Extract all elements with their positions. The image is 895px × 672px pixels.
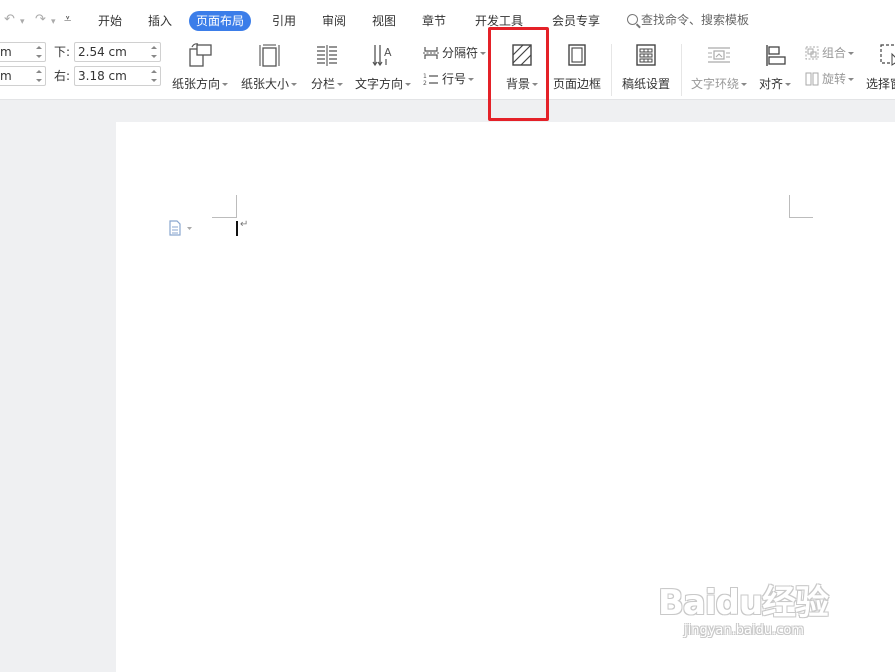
breaks-label: 分隔符 <box>442 46 479 60</box>
group-dropdown-icon <box>848 52 855 55</box>
ribbon-divider <box>681 44 682 96</box>
redo-dropdown-icon[interactable]: ▾ <box>51 14 56 30</box>
redo-icon[interactable]: ↷ <box>35 12 46 28</box>
breaks-button[interactable]: 分隔符 <box>423 45 487 61</box>
tab-view[interactable]: 视图 <box>372 11 396 31</box>
margin-bottom-value: 2.54 cm <box>78 45 127 59</box>
margin-corner-top-left <box>212 195 237 218</box>
customize-toolbar-icon[interactable]: ⩡ <box>64 12 71 28</box>
rotate-label: 旋转 <box>822 72 847 86</box>
align-dropdown-icon <box>785 83 791 86</box>
breaks-dropdown-icon <box>480 52 487 55</box>
margin-top-value: m <box>0 45 12 59</box>
selection-pane-icon <box>880 44 895 66</box>
tab-membership[interactable]: 会员专享 <box>552 11 600 31</box>
margin-right-value: 3.18 cm <box>78 69 127 83</box>
columns-icon <box>317 45 337 66</box>
rotate-button[interactable]: 旋转 <box>805 71 855 87</box>
columns-dropdown-icon <box>337 83 343 86</box>
paper-size-icon <box>259 44 280 67</box>
margin-right-spinner[interactable] <box>150 68 158 84</box>
manuscript-label: 稿纸设置 <box>621 77 670 91</box>
page-border-icon <box>568 44 586 66</box>
tab-page-layout[interactable]: 页面布局 <box>189 11 252 31</box>
paper-size-dropdown-icon <box>291 83 297 86</box>
align-button[interactable]: 对齐 <box>756 42 794 92</box>
tab-chapter[interactable]: 章节 <box>422 11 446 31</box>
wps-writer-window: ↶ ▾ ↷ ▾ ⩡ 开始 插入 页面布局 引用 审阅 视图 章节 开发工具 会员… <box>0 0 895 672</box>
line-numbers-icon: 1 2 <box>423 73 438 87</box>
background-highlight-box <box>488 27 549 121</box>
selection-pane-label: 选择窗 <box>866 77 895 91</box>
group-button[interactable]: 组合 <box>805 45 855 61</box>
paragraph-layout-icon[interactable] <box>168 220 192 236</box>
text-wrap-dropdown-icon <box>741 83 747 86</box>
text-wrap-button[interactable]: 文字环绕 <box>688 42 750 92</box>
page-border-label: 页面边框 <box>552 77 601 91</box>
line-numbers-dropdown-icon <box>468 78 475 81</box>
margin-top-spinner[interactable] <box>35 44 43 60</box>
baidu-jingyan-watermark: Baidu经验 jingyan.baidu.com <box>658 575 858 655</box>
tab-review[interactable]: 审阅 <box>322 11 346 31</box>
svg-text:1: 1 <box>423 73 427 80</box>
rotate-dropdown-icon <box>848 78 855 81</box>
tab-home[interactable]: 开始 <box>98 11 122 31</box>
text-wrap-label: 文字环绕 <box>690 77 739 91</box>
margin-left-value: m <box>0 69 12 83</box>
orientation-dropdown-icon <box>222 83 228 86</box>
margin-right-field[interactable]: 3.18 cm <box>74 66 161 86</box>
undo-dropdown-icon[interactable]: ▾ <box>20 14 25 30</box>
margin-left-field[interactable]: m <box>0 66 46 86</box>
tab-insert[interactable]: 插入 <box>148 11 172 31</box>
line-numbers-button[interactable]: 1 2 行号 <box>423 71 475 87</box>
watermark-url: jingyan.baidu.com <box>684 623 804 638</box>
margin-top-field[interactable]: m <box>0 42 46 62</box>
ribbon-page-layout: m m 下: 2.54 cm 右: 3.18 cm 纸张方向 纸张大小 分栏 A… <box>0 38 895 100</box>
text-cursor <box>236 221 238 236</box>
svg-text:A: A <box>384 46 392 59</box>
menu-bar: ↶ ▾ ↷ ▾ ⩡ 开始 插入 页面布局 引用 审阅 视图 章节 开发工具 会员… <box>0 0 895 38</box>
margin-left-spinner[interactable] <box>35 68 43 84</box>
paragraph-mark-icon: ↵ <box>240 219 249 230</box>
align-icon <box>766 45 786 66</box>
margin-bottom-label: 下: <box>54 45 71 59</box>
group-label: 组合 <box>822 46 847 60</box>
watermark-brand: Baidu经验 <box>658 583 829 623</box>
text-direction-icon: A <box>372 45 392 67</box>
undo-icon[interactable]: ↶ <box>4 12 15 28</box>
align-label: 对齐 <box>758 77 783 91</box>
ribbon-divider <box>611 44 612 96</box>
svg-text:2: 2 <box>423 80 427 86</box>
orientation-label: 纸张方向 <box>171 77 220 91</box>
page-border-button[interactable]: 页面边框 <box>549 42 605 92</box>
orientation-icon <box>189 43 212 67</box>
group-icon <box>805 46 819 60</box>
text-direction-dropdown-icon <box>405 83 411 86</box>
line-numbers-label: 行号 <box>442 72 467 86</box>
breaks-icon <box>423 47 439 59</box>
text-direction-label: 文字方向 <box>354 77 403 91</box>
margin-bottom-field[interactable]: 2.54 cm <box>74 42 161 62</box>
paper-size-label: 纸张大小 <box>240 77 289 91</box>
columns-label: 分栏 <box>310 77 335 91</box>
columns-button[interactable]: 分栏 <box>306 42 348 92</box>
command-search[interactable]: 查找命令、搜索模板 <box>627 11 749 29</box>
tab-references[interactable]: 引用 <box>272 11 296 31</box>
search-placeholder: 查找命令、搜索模板 <box>641 13 750 27</box>
margin-corner-top-right <box>789 195 813 218</box>
paper-size-button[interactable]: 纸张大小 <box>238 42 300 92</box>
manuscript-settings-button[interactable]: 稿纸设置 <box>618 42 674 92</box>
selection-pane-button[interactable]: 选择窗 <box>866 42 895 92</box>
search-icon <box>627 14 638 25</box>
margin-right-label: 右: <box>54 69 71 83</box>
rotate-icon <box>805 72 819 86</box>
text-wrap-icon <box>708 47 730 63</box>
orientation-button[interactable]: 纸张方向 <box>168 42 232 92</box>
manuscript-icon <box>636 44 656 66</box>
margin-bottom-spinner[interactable] <box>150 44 158 60</box>
text-direction-button[interactable]: A 文字方向 <box>353 42 413 92</box>
